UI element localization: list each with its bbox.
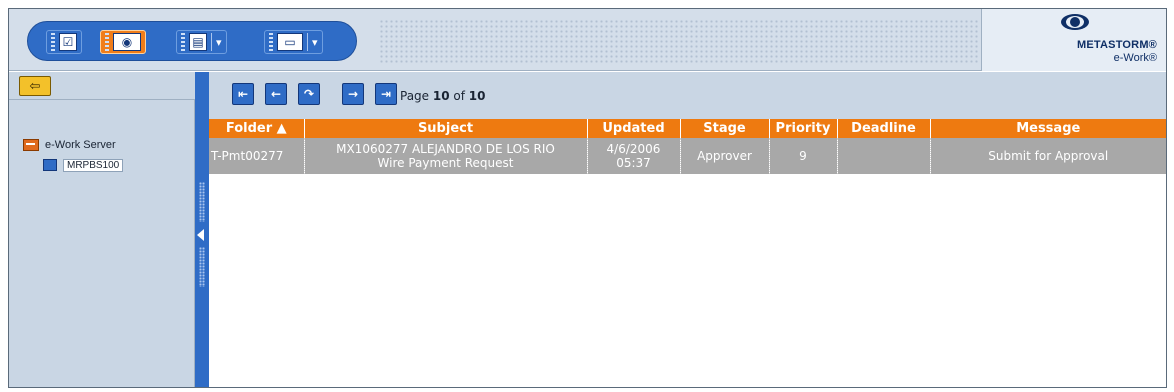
folder-list-button[interactable]: ▤ ▾ <box>176 30 227 54</box>
previous-page-button[interactable]: ← <box>265 83 287 105</box>
tree-item-label: e-Work Server <box>45 139 116 151</box>
cell-folder: T-Pmt00277 <box>209 138 305 174</box>
grip-icon <box>199 247 205 287</box>
table-row[interactable]: T-Pmt00277 MX1060277 ALEJANDRO DE LOS RI… <box>209 138 1166 174</box>
dropdown-arrow-icon[interactable]: ▾ <box>216 36 222 49</box>
table-header-row: Folder ▲ Subject Updated Stage Priority … <box>209 119 1166 138</box>
grip-icon <box>51 33 55 51</box>
column-header-deadline[interactable]: Deadline <box>837 119 931 138</box>
total-pages: 10 <box>468 89 486 103</box>
grip-icon <box>199 182 205 222</box>
checkbox-icon: ☑ <box>59 33 77 51</box>
queue-icon <box>43 159 57 171</box>
cell-updated: 4/6/2006 05:37 <box>587 138 681 174</box>
cell-message: Submit for Approval <box>930 138 1166 174</box>
dot-pattern <box>379 19 979 63</box>
cell-deadline <box>837 138 931 174</box>
panel-splitter[interactable] <box>195 72 209 387</box>
grip-icon <box>105 33 109 51</box>
metastorm-logo: METASTORM® e-Work® <box>981 9 1166 71</box>
cell-subject: MX1060277 ALEJANDRO DE LOS RIO Wire Payme… <box>304 138 588 174</box>
grip-icon <box>269 33 273 51</box>
left-panel-header: ⇦ <box>9 72 195 100</box>
folder-list-icon: ▤ <box>189 33 207 51</box>
tree-item-server[interactable]: e-Work Server <box>23 136 123 154</box>
last-page-button[interactable]: ⇥ <box>375 83 397 105</box>
cell-priority: 9 <box>769 138 838 174</box>
cell-stage: Approver <box>680 138 770 174</box>
column-header-priority[interactable]: Priority <box>769 119 838 138</box>
briefcase-icon: ▭ <box>277 33 303 51</box>
column-header-subject[interactable]: Subject <box>304 119 588 138</box>
top-toolbar: ☑ ◉ ▤ ▾ ▭ ▾ METASTORM® e-Work® <box>9 9 1166 71</box>
work-list-table: Folder ▲ Subject Updated Stage Priority … <box>209 119 1166 174</box>
toolbar-button-group: ☑ ◉ ▤ ▾ ▭ ▾ <box>27 21 357 61</box>
left-panel: ⇦ e-Work Server MRPBS100 <box>9 72 195 387</box>
first-page-button[interactable]: ⇤ <box>232 83 254 105</box>
briefcase-button[interactable]: ▭ ▾ <box>264 30 323 54</box>
page-indicator: Page 10 of 10 <box>400 89 486 103</box>
logo-name: METASTORM® <box>1077 39 1157 51</box>
column-header-message[interactable]: Message <box>930 119 1166 138</box>
next-page-button[interactable]: → <box>342 83 364 105</box>
pager-bar: ⇤ ← ↷ → ⇥ Page 10 of 10 <box>209 72 1166 119</box>
exit-icon: ⇦ <box>29 78 41 94</box>
refresh-icon: ↷ <box>303 87 315 101</box>
server-tree: e-Work Server MRPBS100 <box>23 136 124 174</box>
column-header-stage[interactable]: Stage <box>680 119 770 138</box>
tree-item-node[interactable]: MRPBS100 <box>43 156 124 174</box>
column-header-updated[interactable]: Updated <box>587 119 681 138</box>
exit-button[interactable]: ⇦ <box>19 76 51 96</box>
select-button[interactable]: ☑ <box>46 30 82 54</box>
collapse-left-icon[interactable] <box>197 229 204 241</box>
server-icon <box>23 139 39 151</box>
refresh-button[interactable]: ↷ <box>298 83 320 105</box>
eye-icon: ◉ <box>113 33 141 51</box>
app-window: ☑ ◉ ▤ ▾ ▭ ▾ METASTORM® e-Work® ⇦ e-Work … <box>8 8 1167 388</box>
arrow-left-icon: ← <box>270 87 282 101</box>
dropdown-arrow-icon[interactable]: ▾ <box>312 36 318 49</box>
logo-subtitle: e-Work® <box>1113 52 1157 64</box>
first-page-icon: ⇤ <box>237 87 249 101</box>
view-button[interactable]: ◉ <box>100 30 146 54</box>
logo-eye-icon <box>1061 14 1089 30</box>
grip-icon <box>181 33 185 51</box>
arrow-right-icon: → <box>347 87 359 101</box>
main-content: ⇤ ← ↷ → ⇥ Page 10 of 10 Folder ▲ Subject… <box>209 72 1166 387</box>
current-page: 10 <box>432 89 450 103</box>
last-page-icon: ⇥ <box>380 87 392 101</box>
tree-item-label: MRPBS100 <box>63 158 124 172</box>
column-header-folder[interactable]: Folder ▲ <box>209 119 305 138</box>
